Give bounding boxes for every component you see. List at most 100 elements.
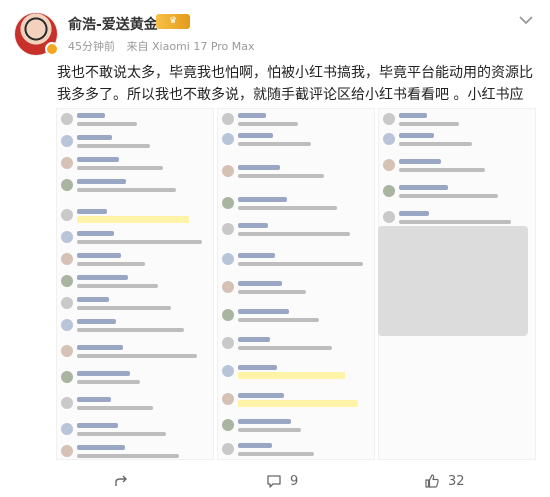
commenter-avatar bbox=[61, 113, 73, 125]
post-meta: 45分钟前 来自 Xiaomi 17 Pro Max bbox=[68, 38, 263, 54]
commenter-name bbox=[238, 365, 277, 370]
commenter-name bbox=[238, 393, 284, 398]
comment-text-line bbox=[399, 168, 485, 172]
comment-row bbox=[222, 337, 372, 357]
commenter-avatar bbox=[222, 281, 234, 293]
comment-text-line bbox=[77, 406, 153, 410]
commenter-avatar bbox=[222, 309, 234, 321]
commenter-name bbox=[77, 209, 107, 214]
commenter-avatar bbox=[383, 185, 395, 197]
comment-text-line bbox=[77, 144, 150, 148]
comment-text-line bbox=[77, 122, 137, 126]
commenter-name bbox=[399, 133, 434, 138]
comment-row bbox=[222, 443, 372, 459]
commenter-avatar bbox=[61, 275, 73, 287]
commenter-avatar bbox=[61, 179, 73, 191]
commenter-name bbox=[77, 157, 119, 162]
commenter-name bbox=[238, 113, 266, 118]
comment-row bbox=[222, 113, 372, 133]
commenter-avatar bbox=[61, 231, 73, 243]
commenter-name bbox=[238, 337, 270, 342]
comment-text-line bbox=[77, 454, 179, 458]
more-options-icon[interactable] bbox=[516, 12, 536, 26]
post-header: 俞浩-爱送黄金 ♛ 45分钟前 来自 Xiaomi 17 Pro Max bbox=[14, 8, 536, 56]
comment-text-line bbox=[238, 142, 311, 146]
commenter-name bbox=[77, 253, 121, 258]
comment-text-line bbox=[238, 346, 332, 350]
comment-button[interactable]: 9 bbox=[266, 468, 298, 494]
screenshot-highlight-block bbox=[378, 226, 528, 336]
comment-text-line bbox=[238, 428, 301, 432]
commenter-avatar bbox=[383, 159, 395, 171]
comment-text-line bbox=[77, 328, 184, 332]
author-name[interactable]: 俞浩-爱送黄金 bbox=[68, 14, 158, 34]
commenter-name bbox=[238, 165, 280, 170]
comment-row bbox=[61, 397, 211, 417]
commenter-name bbox=[77, 231, 114, 236]
comment-text-line bbox=[238, 122, 298, 126]
comment-text-line bbox=[238, 318, 319, 322]
commenter-name bbox=[77, 345, 123, 350]
comment-text-line bbox=[77, 262, 145, 266]
post-source: 来自 Xiaomi 17 Pro Max bbox=[126, 40, 255, 53]
comment-row bbox=[61, 423, 211, 443]
commenter-avatar bbox=[61, 135, 73, 147]
comment-row bbox=[222, 197, 372, 217]
comment-text-line bbox=[77, 432, 166, 436]
comment-row bbox=[383, 133, 533, 153]
commenter-avatar bbox=[61, 209, 73, 221]
commenter-avatar bbox=[222, 365, 234, 377]
comment-text-line bbox=[238, 400, 358, 407]
commenter-name bbox=[399, 113, 427, 118]
comment-row bbox=[222, 309, 372, 329]
comment-row bbox=[61, 445, 211, 459]
comment-row bbox=[222, 165, 372, 185]
commenter-avatar bbox=[61, 397, 73, 409]
commenter-avatar bbox=[61, 423, 73, 435]
commenter-name bbox=[77, 445, 125, 450]
comment-row bbox=[61, 371, 211, 391]
comment-screenshot-2[interactable] bbox=[217, 108, 375, 460]
comment-text-line bbox=[399, 122, 459, 126]
comment-row bbox=[61, 319, 211, 339]
comment-row bbox=[383, 113, 533, 133]
comment-row bbox=[222, 223, 372, 243]
commenter-name bbox=[238, 197, 287, 202]
comment-row bbox=[61, 297, 211, 317]
commenter-name bbox=[77, 397, 111, 402]
commenter-avatar bbox=[222, 253, 234, 265]
commenter-avatar bbox=[383, 211, 395, 223]
comment-row bbox=[222, 393, 372, 413]
share-button[interactable] bbox=[114, 468, 130, 494]
commenter-avatar bbox=[61, 445, 73, 457]
comment-text-line bbox=[77, 380, 140, 384]
commenter-name bbox=[238, 281, 282, 286]
comment-text-line bbox=[238, 232, 350, 236]
comment-row bbox=[61, 113, 211, 133]
commenter-avatar bbox=[61, 319, 73, 331]
commenter-name bbox=[399, 185, 448, 190]
commenter-name bbox=[399, 211, 429, 216]
commenter-name bbox=[77, 297, 109, 302]
commenter-name bbox=[238, 443, 272, 448]
commenter-name bbox=[238, 419, 291, 424]
like-button[interactable]: 32 bbox=[424, 468, 465, 494]
comment-screenshot-1[interactable] bbox=[56, 108, 214, 460]
comment-text-line bbox=[399, 142, 472, 146]
commenter-name bbox=[77, 319, 116, 324]
commenter-avatar bbox=[61, 345, 73, 357]
comment-text-line bbox=[77, 216, 189, 223]
comment-text-line bbox=[238, 372, 345, 379]
screenshot-image-grid[interactable] bbox=[56, 108, 536, 460]
comment-text-line bbox=[77, 188, 176, 192]
vip-crown-icon[interactable]: ♛ bbox=[156, 14, 190, 29]
comment-row bbox=[61, 253, 211, 273]
verified-badge-icon bbox=[45, 42, 59, 56]
action-bar: 9 32 bbox=[0, 468, 550, 494]
comment-row bbox=[383, 159, 533, 179]
commenter-name bbox=[238, 309, 289, 314]
comment-text-line bbox=[77, 284, 158, 288]
comment-row bbox=[61, 157, 211, 177]
like-count: 32 bbox=[448, 473, 465, 489]
comment-row bbox=[222, 133, 372, 153]
